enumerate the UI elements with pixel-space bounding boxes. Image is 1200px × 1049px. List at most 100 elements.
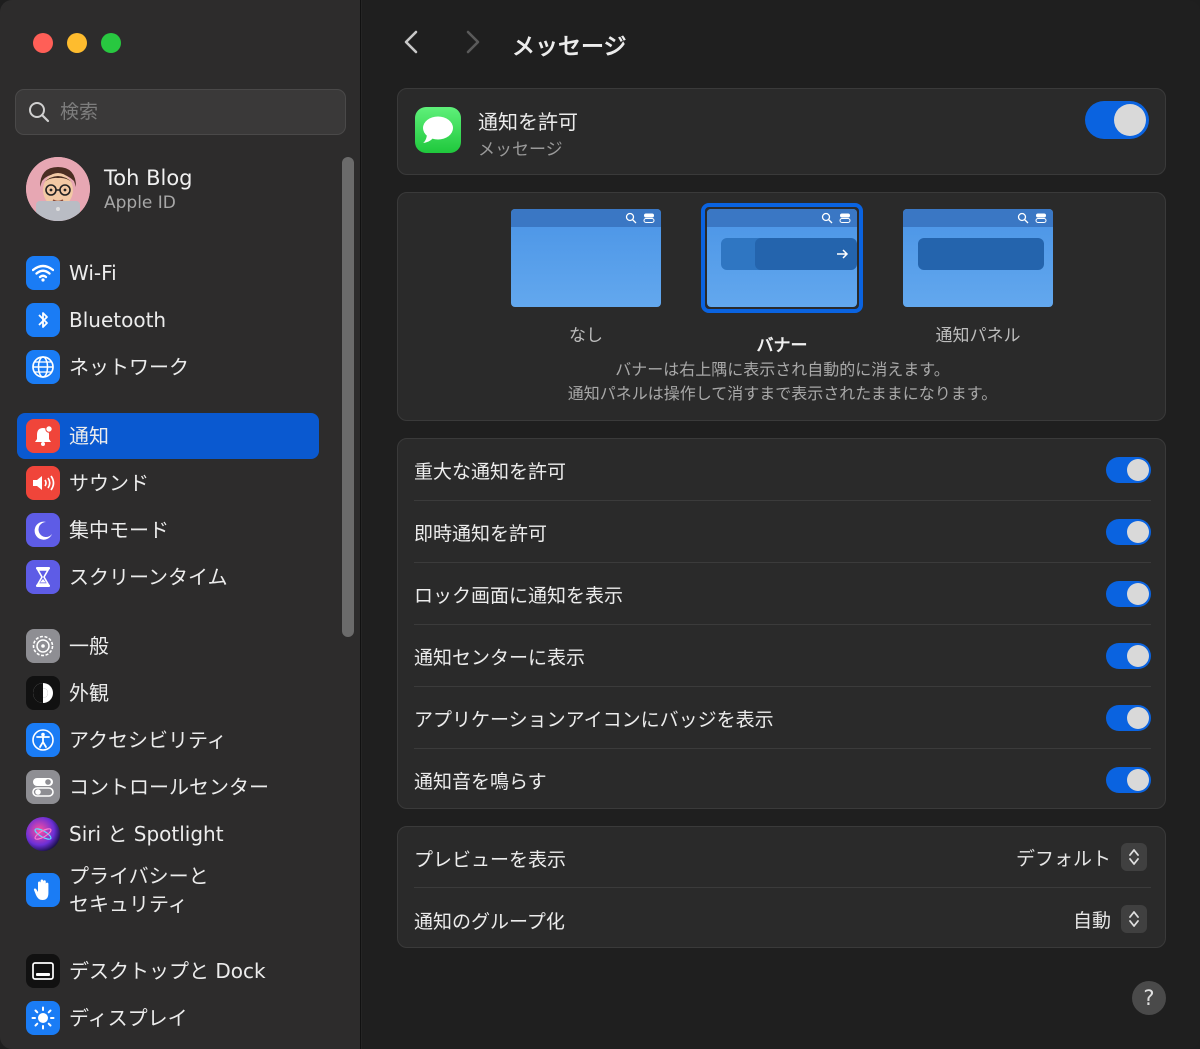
show-previews-popup[interactable] [1121,843,1147,871]
sidebar-item-label: プライバシーと セキュリティ [69,862,209,918]
style-thumbnail-none [511,209,661,307]
option-row-time-sensitive: 即時通知を許可 [414,501,1151,563]
search-icon [1017,212,1029,224]
back-icon[interactable] [400,28,424,56]
help-button[interactable]: ? [1132,981,1166,1015]
bell-icon [26,419,60,453]
control-center-icon [643,213,655,223]
critical-alerts-toggle[interactable] [1106,457,1151,483]
sidebar-item-label: サウンド [69,471,149,495]
apple-id-profile[interactable]: Toh Blog Apple ID [26,157,193,221]
style-option-banner[interactable]: バナー [701,203,863,356]
lock-screen-toggle[interactable] [1106,581,1151,607]
show-previews-label: プレビューを表示 [414,849,567,871]
sidebar-item-network[interactable]: ネットワーク [17,344,319,390]
style-option-alert[interactable]: 通知パネル [903,209,1053,346]
toggle-knob [1127,459,1149,481]
sidebar-item-general[interactable]: 一般 [17,623,319,669]
sidebar-item-notifications[interactable]: 通知 [17,413,319,459]
sidebar-item-bluetooth[interactable]: Bluetooth [17,297,319,343]
sidebar-item-displays[interactable]: ディスプレイ [17,995,319,1041]
minimize-button[interactable] [67,33,87,53]
time-sensitive-toggle[interactable] [1106,519,1151,545]
chevron-up-down-icon [1129,849,1139,865]
wifi-icon [26,256,60,290]
sidebar: Toh Blog Apple ID Wi-Fi Bluetooth [0,0,361,1049]
preview-grouping-card: プレビューを表示 デフォルト 通知のグループ化 自動 [397,826,1166,948]
toggle-knob [1127,645,1149,667]
control-center-icon [26,770,60,804]
gear-icon [26,629,60,663]
sidebar-item-desktop-dock[interactable]: デスクトップと Dock [17,948,319,994]
search-input[interactable] [60,101,320,123]
sidebar-item-appearance[interactable]: 外観 [17,670,319,716]
alert-style-card: なし バナー 通知パネル バナーは右上隅に表示され自動的に消えます。 通知パネル… [397,192,1166,421]
zoom-button[interactable] [101,33,121,53]
toggle-knob [1127,707,1149,729]
style-option-none[interactable]: なし [511,209,661,346]
option-row-critical-alerts: 重大な通知を許可 [414,439,1151,501]
alert-style-description: バナーは右上隅に表示され自動的に消えます。 通知パネルは操作して消すまで表示され… [398,358,1167,406]
sidebar-item-label: 集中モード [69,518,169,542]
grouping-row: 通知のグループ化 自動 [414,889,1151,950]
option-row-lock-screen: ロック画面に通知を表示 [414,563,1151,625]
forward-icon[interactable] [460,28,484,56]
siri-icon [26,817,60,851]
sidebar-item-label: Wi-Fi [69,261,117,285]
moon-icon [26,513,60,547]
grouping-value[interactable]: 自動 [1073,906,1111,933]
dock-icon [26,954,60,988]
appearance-icon [26,676,60,710]
option-label: アプリケーションアイコンにバッジを表示 [414,709,774,731]
page-title: メッセージ [512,34,627,60]
allow-notifications-toggle[interactable] [1085,101,1149,139]
search-icon [821,212,833,224]
close-button[interactable] [33,33,53,53]
option-row-notification-center: 通知センターに表示 [414,625,1151,687]
app-name-label: メッセージ [478,140,563,160]
sound-toggle[interactable] [1106,767,1151,793]
sidebar-item-sound[interactable]: サウンド [17,460,319,506]
notification-options-card: 重大な通知を許可 即時通知を許可 ロック画面に通知を表示 通知センターに表示 ア… [397,438,1166,809]
globe-icon [26,350,60,384]
grouping-popup[interactable] [1121,905,1147,933]
label-line2: セキュリティ [69,892,188,916]
option-label: 即時通知を許可 [414,523,548,545]
sidebar-item-focus[interactable]: 集中モード [17,507,319,553]
history-navigation [400,28,484,56]
allow-notifications-label: 通知を許可 [478,110,578,134]
show-previews-row: プレビューを表示 デフォルト [414,827,1151,888]
badge-toggle[interactable] [1106,705,1151,731]
sidebar-scrollbar[interactable] [342,157,354,637]
arrow-right-icon [837,249,849,259]
toggle-knob [1127,769,1149,791]
style-label: なし [569,326,603,346]
style-label: 通知パネル [935,326,1021,346]
control-center-icon [1035,213,1047,223]
search-icon [29,102,50,123]
style-thumbnail-banner [707,209,857,307]
sidebar-item-screen-time[interactable]: スクリーンタイム [17,554,319,600]
show-previews-value[interactable]: デフォルト [1016,844,1111,871]
sidebar-item-wifi[interactable]: Wi-Fi [17,250,319,296]
selected-outline [701,203,863,313]
sidebar-item-label: デスクトップと Dock [69,959,266,983]
sidebar-item-label: 一般 [69,634,109,658]
sidebar-item-label: 通知 [69,424,109,448]
notification-center-toggle[interactable] [1106,643,1151,669]
style-thumbnail-alert [903,209,1053,307]
search-field[interactable] [15,89,346,135]
hand-icon [26,873,60,907]
sidebar-item-accessibility[interactable]: アクセシビリティ [17,717,319,763]
profile-name: Toh Blog [104,165,193,190]
description-line: 通知パネルは操作して消すまで表示されたままになります。 [567,384,998,403]
option-label: ロック画面に通知を表示 [414,585,624,607]
sidebar-item-control-center[interactable]: コントロールセンター [17,764,319,810]
option-row-badge: アプリケーションアイコンにバッジを表示 [414,687,1151,749]
sun-icon [26,1001,60,1035]
sidebar-item-siri[interactable]: Siri と Spotlight [17,811,319,857]
search-icon [625,212,637,224]
description-line: バナーは右上隅に表示され自動的に消えます。 [615,360,950,379]
sidebar-item-privacy[interactable]: プライバシーと セキュリティ [17,858,319,922]
toggle-knob [1127,583,1149,605]
